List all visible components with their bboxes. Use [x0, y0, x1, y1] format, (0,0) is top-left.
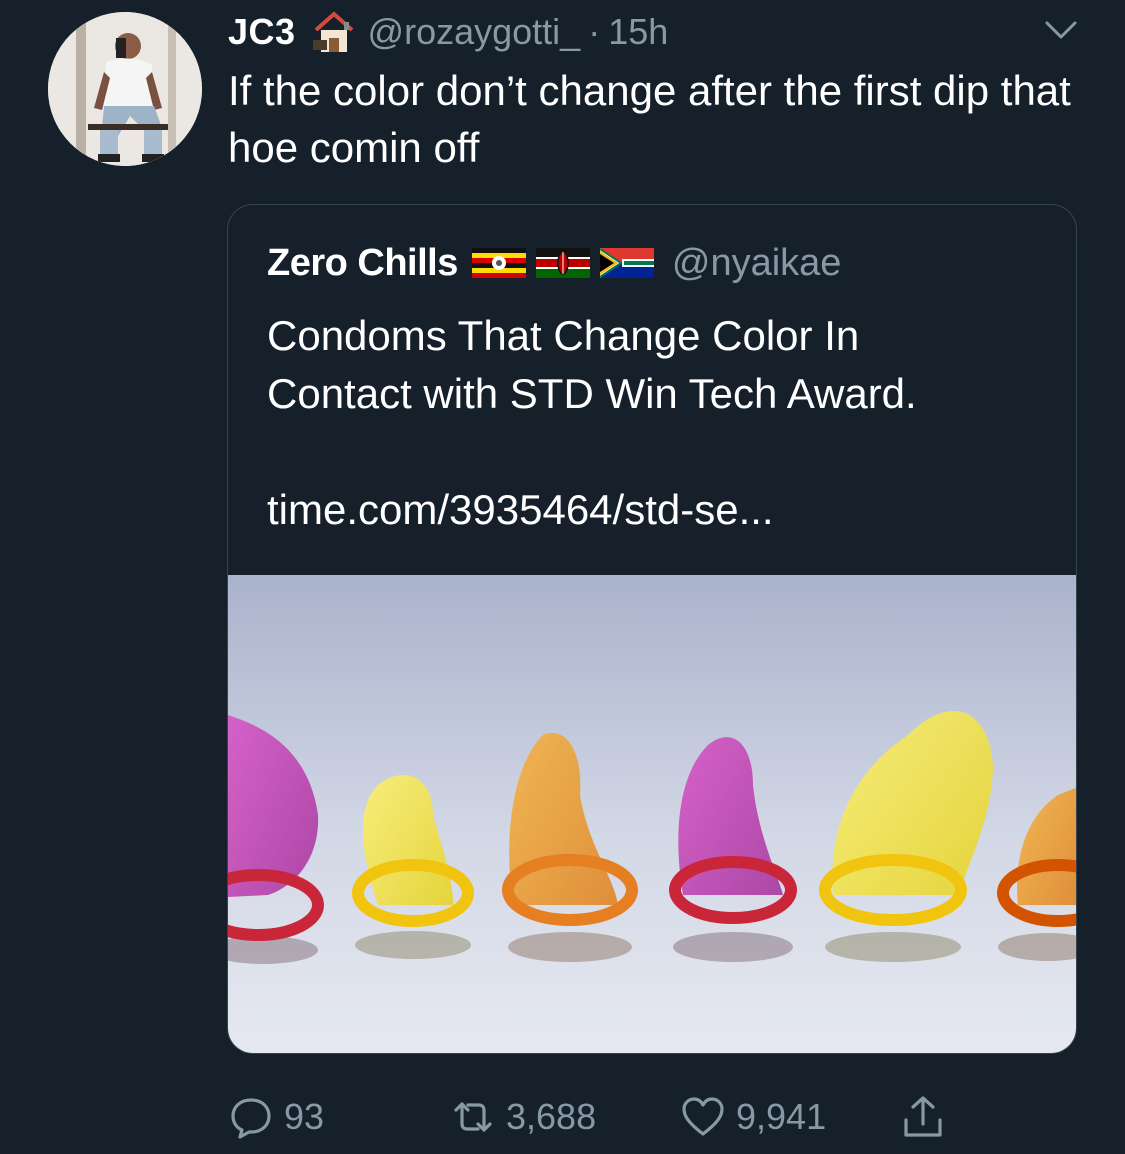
- author-name[interactable]: JC3: [228, 11, 296, 53]
- like-button[interactable]: 9,941: [680, 1092, 826, 1142]
- like-count: 9,941: [736, 1096, 827, 1137]
- chevron-down-icon[interactable]: [1043, 18, 1079, 42]
- avatar-photo: [48, 12, 202, 166]
- south-africa-flag-icon: [599, 248, 654, 278]
- reply-count: 93: [284, 1096, 325, 1137]
- share-icon: [904, 1096, 942, 1137]
- quoted-tweet-body: Condoms That Change Color In Contact wit…: [267, 307, 1047, 539]
- kenya-flag-icon: [535, 248, 590, 278]
- quoted-tweet-card[interactable]: Zero Chills @nyaikae Condoms That Change…: [227, 204, 1077, 1054]
- timestamp[interactable]: 15h: [608, 11, 668, 53]
- tweet-text: If the color don’t change after the firs…: [228, 67, 1071, 171]
- author-avatar[interactable]: [48, 12, 202, 166]
- retweet-icon: [454, 1102, 492, 1132]
- quoted-author-handle: @nyaikae: [671, 241, 842, 284]
- tweet-header: JC3 @rozaygotti_ · 15h: [228, 6, 668, 58]
- share-button[interactable]: [900, 1092, 956, 1142]
- house-emoji-icon: [312, 11, 353, 52]
- uganda-flag-icon: [471, 248, 526, 278]
- quoted-author-name: Zero Chills: [267, 241, 458, 284]
- quoted-tweet-text: Condoms That Change Color In Contact wit…: [267, 312, 917, 417]
- reply-icon: [231, 1098, 271, 1139]
- condoms-photo: [228, 575, 1076, 1053]
- author-handle[interactable]: @rozaygotti_: [368, 11, 581, 53]
- reply-button[interactable]: 93: [228, 1092, 324, 1142]
- flag-emojis: [462, 248, 654, 278]
- quoted-tweet-image[interactable]: [228, 575, 1076, 1053]
- retweet-button[interactable]: 3,688: [450, 1092, 596, 1142]
- quoted-tweet-link[interactable]: time.com/3935464/std-se...: [267, 481, 1047, 539]
- heart-icon: [682, 1097, 724, 1136]
- quoted-tweet-header: Zero Chills @nyaikae: [267, 239, 841, 287]
- retweet-count: 3,688: [506, 1096, 597, 1137]
- separator-dot: ·: [588, 11, 601, 52]
- tweet-actions: 93 3,688 9,941: [228, 1092, 988, 1142]
